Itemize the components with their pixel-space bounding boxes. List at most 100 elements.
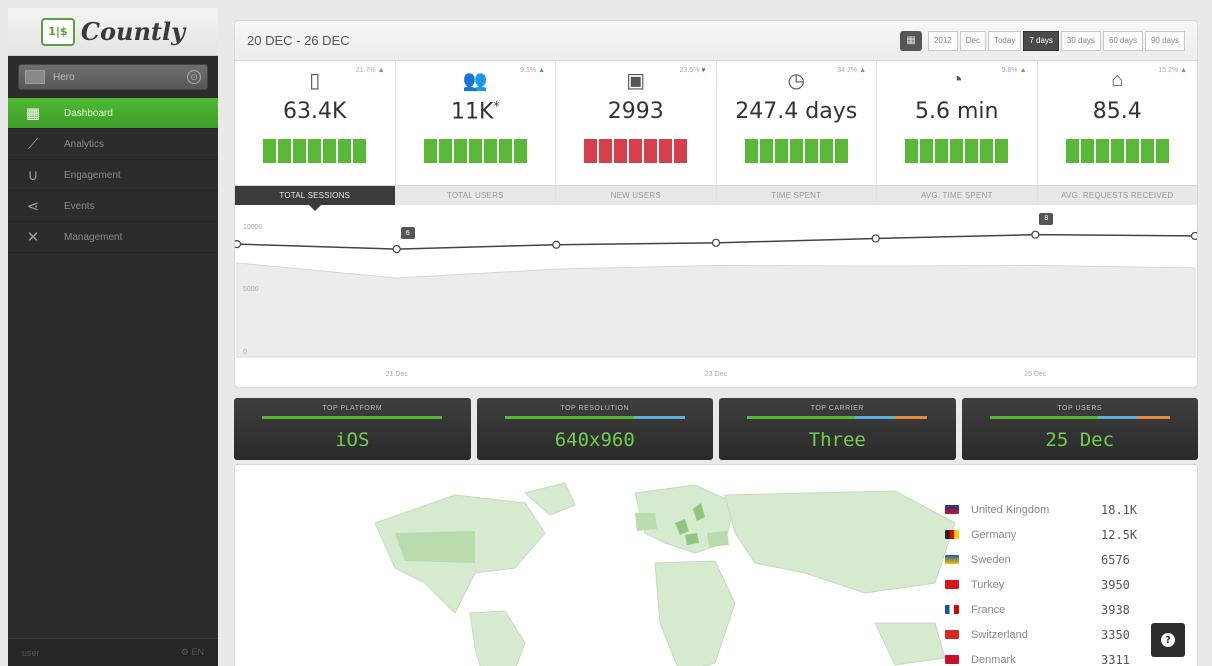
spark-bar: [819, 139, 833, 163]
calendar-icon[interactable]: ▦: [899, 30, 922, 51]
stat-card[interactable]: ▯ 21.7% ▲ 63.4K TOTAL SESSIONS: [235, 61, 396, 211]
country-count: 18.1K: [1101, 502, 1138, 517]
user-link[interactable]: user: [22, 648, 40, 658]
chart-point[interactable]: [871, 234, 880, 243]
spark-bar: [263, 139, 277, 163]
country-row[interactable]: Switzerland 3350: [945, 622, 1145, 647]
help-icon: ?: [1161, 633, 1175, 647]
period-button[interactable]: Today: [987, 30, 1022, 51]
bell-icon: ⌂: [1111, 68, 1124, 91]
trend-value: 23.6%: [679, 67, 700, 74]
sparkline-bars: [423, 139, 527, 163]
spark-bar: [468, 139, 482, 163]
top-box-top-users[interactable]: TOP USERS 25 Dec: [961, 398, 1198, 460]
country-row[interactable]: United Kingdom 18.1K: [945, 497, 1145, 522]
arrow-up-icon: ▲: [1178, 67, 1187, 74]
help-button[interactable]: ?: [1151, 623, 1185, 657]
chart-point[interactable]: [1031, 230, 1040, 239]
country-row[interactable]: Denmark 3311: [945, 647, 1145, 666]
sidebar-item-dashboard[interactable]: ▦ Dashboard: [8, 98, 218, 129]
dashboard-icon: ▦: [25, 105, 41, 122]
sidebar-item-analytics[interactable]: ⟋ Analytics: [8, 129, 218, 160]
country-row[interactable]: Sweden 6576: [945, 547, 1145, 572]
country-count: 3350: [1101, 627, 1130, 642]
chevron-icon[interactable]: ⊙: [187, 70, 201, 84]
top-box-value: 25 Dec: [1045, 429, 1115, 451]
chart-point[interactable]: [1190, 231, 1198, 241]
top-box-value: Three: [808, 429, 866, 451]
stat-card[interactable]: ◷ 34.7% ▲ 247.4 days TIME SPENT: [716, 61, 877, 205]
spark-bar: [483, 139, 497, 163]
stat-label[interactable]: TIME SPENT: [716, 185, 876, 205]
sidebar-item-events[interactable]: ⋖ Events: [8, 191, 218, 222]
date-range[interactable]: 20 DEC - 26 DEC: [247, 33, 900, 48]
bar-segment: [894, 416, 928, 419]
sidebar-item-engagement[interactable]: ∪ Engagement: [8, 160, 218, 191]
chart-point[interactable]: [392, 245, 401, 254]
trend-value: 9.1%: [520, 67, 537, 74]
spark-bar: [438, 139, 452, 163]
stat-value-text: 247.4 days: [735, 99, 858, 124]
country-name: United Kingdom: [971, 503, 1050, 516]
chart-point[interactable]: [711, 238, 721, 247]
spark-bar: [323, 139, 337, 163]
period-button[interactable]: 30 days: [1060, 30, 1101, 51]
arrow-up-icon: ▲: [1017, 67, 1027, 74]
stat-label[interactable]: AVG. REQUESTS RECEIVED: [1037, 185, 1197, 205]
trend-value: 34.7%: [837, 67, 858, 74]
trend-indicator: 34.7% ▲: [837, 67, 866, 74]
period-button[interactable]: 90 days: [1144, 30, 1185, 51]
spark-bar: [1110, 139, 1124, 163]
stat-card[interactable]: ⌂ 15.2% ▲ 85.4 AVG. REQUESTS RECEIVED: [1037, 61, 1197, 205]
country-name: Switzerland: [971, 628, 1028, 641]
sparkline-bars: [1065, 139, 1169, 163]
chart-point[interactable]: [235, 239, 242, 249]
avg-clock-icon: ◔: [950, 68, 963, 91]
annotation-marker[interactable]: 6: [400, 227, 415, 240]
phone-icon: ▯: [309, 69, 321, 92]
country-row[interactable]: Germany 12.5K: [945, 522, 1145, 547]
top-box-top-resolution[interactable]: TOP RESOLUTION 640x960: [476, 398, 713, 460]
country-row[interactable]: France 3938: [945, 597, 1145, 622]
chart-point[interactable]: [552, 240, 561, 249]
logo-text: Countly: [80, 17, 186, 46]
settings-language[interactable]: ⚙ EN: [181, 647, 204, 658]
country-row[interactable]: Turkey 3950: [945, 572, 1145, 597]
bar-segment: [504, 416, 635, 419]
chart-area-series: [236, 262, 1196, 358]
stat-label[interactable]: TOTAL SESSIONS: [235, 185, 395, 211]
spark-bar: [759, 139, 773, 163]
period-button[interactable]: 2012: [927, 30, 958, 51]
logo[interactable]: 1|$ Countly: [8, 8, 218, 56]
country-count: 6576: [1101, 552, 1130, 567]
top-box-title: TOP USERS: [1057, 405, 1103, 412]
period-button[interactable]: Dec: [959, 30, 986, 51]
clock-icon: ◷: [787, 69, 805, 92]
spark-bar: [804, 139, 818, 163]
bar-segment: [262, 416, 443, 419]
stat-label[interactable]: TOTAL USERS: [395, 185, 555, 205]
country-name: Turkey: [971, 578, 1005, 591]
spark-bar: [834, 139, 848, 163]
stat-label[interactable]: NEW USERS: [556, 185, 716, 205]
annotation-marker[interactable]: 8: [1039, 212, 1054, 225]
bar-segment: [989, 416, 1098, 419]
period-button[interactable]: 7 days: [1023, 30, 1059, 51]
sparkline-bars: [744, 139, 848, 163]
spark-bar: [659, 139, 673, 163]
stat-card[interactable]: ▣ 23.6% ♥ 2993 NEW USERS: [556, 61, 717, 205]
sessions-chart[interactable]: 10000 5000 0 21 Dec 23 Dec 25 Dec 6 8: [235, 205, 1198, 387]
top-box-top-carrier[interactable]: TOP CARRIER Three: [719, 398, 956, 460]
app-selector[interactable]: Hero ⊙: [18, 64, 208, 90]
stat-card[interactable]: ◔ 9.8% ▲ 5.6 min AVG. TIME SPENT: [877, 61, 1038, 205]
world-map[interactable]: [335, 473, 1035, 666]
bar-segment: [634, 416, 685, 419]
stat-card[interactable]: 👥 9.1% ▲ 11K* TOTAL USERS: [395, 61, 556, 205]
stat-label[interactable]: AVG. TIME SPENT: [877, 185, 1037, 205]
top-box-top-platform[interactable]: TOP PLATFORM iOS: [234, 398, 471, 460]
y-tick-label: 10000: [243, 223, 263, 231]
period-button[interactable]: 60 days: [1102, 30, 1143, 51]
date-bar: 20 DEC - 26 DEC ▦ 2012 Dec Today 7 days 30 d…: [235, 21, 1197, 61]
top-box-value: iOS: [335, 429, 370, 451]
sidebar-item-management[interactable]: ✕ Management: [8, 222, 218, 253]
